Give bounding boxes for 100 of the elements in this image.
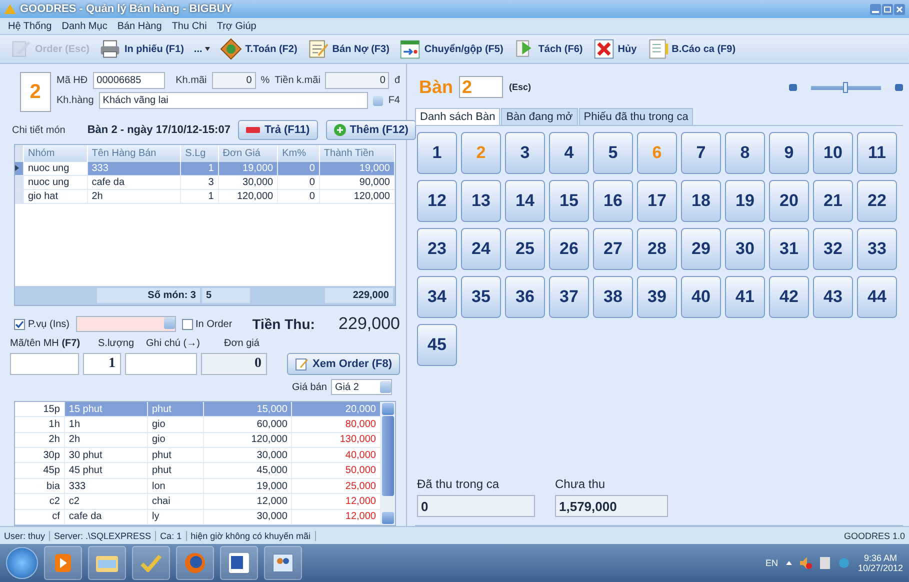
table-button[interactable]: 20: [769, 180, 809, 222]
zoom-in-icon[interactable]: [895, 84, 903, 90]
table-button[interactable]: 21: [813, 180, 853, 222]
discount-amount-field[interactable]: 0: [325, 72, 390, 89]
table-button[interactable]: 28: [637, 228, 677, 270]
table-button[interactable]: 18: [681, 180, 721, 222]
price-level-select[interactable]: Giá 2: [331, 379, 392, 395]
table-button[interactable]: 31: [769, 228, 809, 270]
menu-item[interactable]: Danh Mục: [62, 20, 108, 32]
menu-item[interactable]: Bán Hàng: [117, 20, 162, 32]
toolbar-button[interactable]: Tách (F6): [511, 38, 585, 60]
table-button[interactable]: 24: [461, 228, 501, 270]
table-button[interactable]: 7: [681, 132, 721, 174]
tray-expand-icon[interactable]: [786, 561, 792, 565]
table-button[interactable]: 35: [461, 276, 501, 318]
table-button[interactable]: 30: [725, 228, 765, 270]
table-button[interactable]: 17: [637, 180, 677, 222]
toolbar-button[interactable]: In phiếu (F1): [97, 38, 186, 60]
checkbox[interactable]: [182, 318, 192, 330]
table-button[interactable]: 27: [593, 228, 633, 270]
taskbar-button[interactable]: [88, 546, 126, 580]
customer-field[interactable]: Khách vãng lai: [98, 92, 368, 109]
menu-item[interactable]: Thu Chi: [172, 20, 207, 32]
table-button[interactable]: 26: [549, 228, 589, 270]
toolbar-button[interactable]: Hủy: [590, 38, 639, 60]
toolbar-button[interactable]: T.Toán (F2): [218, 38, 300, 60]
column-header[interactable]: Nhóm: [24, 145, 88, 162]
table-button[interactable]: 38: [593, 276, 633, 318]
table-button[interactable]: 16: [593, 180, 633, 222]
table-button[interactable]: 39: [637, 276, 677, 318]
network-icon[interactable]: [838, 557, 850, 569]
table-button[interactable]: 34: [417, 276, 457, 318]
lookup-button[interactable]: [373, 96, 384, 106]
taskbar-button[interactable]: [44, 546, 82, 580]
table-button[interactable]: 25: [505, 228, 545, 270]
tab[interactable]: Danh sách Bàn: [415, 108, 500, 125]
speaker-icon[interactable]: [800, 557, 812, 569]
scrollbar[interactable]: [381, 402, 395, 525]
invoice-field[interactable]: 00006685: [92, 72, 165, 89]
table-button[interactable]: 22: [857, 180, 897, 222]
start-button[interactable]: [6, 547, 38, 579]
menu-item[interactable]: Hệ Thống: [8, 20, 52, 32]
item-input[interactable]: [10, 353, 79, 375]
note-input[interactable]: [124, 353, 198, 375]
table-button[interactable]: 8: [725, 132, 765, 174]
column-header[interactable]: Tên Hàng Bán: [87, 145, 181, 162]
toolbar-button[interactable]: ...: [192, 44, 212, 54]
table-button[interactable]: 12: [417, 180, 457, 222]
clock-time[interactable]: 9:36 AM: [864, 553, 897, 563]
table-button[interactable]: 43: [813, 276, 853, 318]
menu-item[interactable]: Trợ Giúp: [216, 20, 256, 32]
column-header[interactable]: Đơn Giá: [218, 145, 278, 162]
table-button[interactable]: 33: [857, 228, 897, 270]
taskbar-button[interactable]: [176, 546, 214, 580]
toolbar-button[interactable]: Chuyển/gộp (F5): [397, 38, 506, 60]
clock-date[interactable]: 10/27/2012: [858, 563, 903, 573]
slider-thumb[interactable]: [843, 82, 848, 92]
checkbox[interactable]: [14, 318, 25, 330]
tab[interactable]: Bàn đang mở: [501, 108, 578, 125]
discount-field[interactable]: 0: [212, 72, 256, 89]
taskbar-button[interactable]: [264, 546, 302, 580]
column-header[interactable]: Km%: [278, 145, 320, 162]
close-icon[interactable]: [894, 4, 905, 14]
table-button[interactable]: 10: [813, 132, 853, 174]
language-indicator[interactable]: EN: [765, 558, 778, 568]
table-button[interactable]: 32: [813, 228, 853, 270]
table-button[interactable]: 23: [417, 228, 457, 270]
table-button[interactable]: 44: [857, 276, 897, 318]
minimize-icon[interactable]: [870, 4, 881, 14]
table-button[interactable]: 36: [505, 276, 545, 318]
view-order-button[interactable]: Xem Order (F8): [286, 353, 400, 375]
table-button[interactable]: 13: [461, 180, 501, 222]
table-button[interactable]: 41: [725, 276, 765, 318]
table-button[interactable]: 15: [549, 180, 589, 222]
table-button[interactable]: 19: [725, 180, 765, 222]
toolbar-button[interactable]: B.Cáo ca (F9): [644, 38, 738, 60]
table-button[interactable]: 14: [505, 180, 545, 222]
return-button[interactable]: Trả (F11): [238, 120, 318, 140]
restore-icon[interactable]: [882, 4, 893, 14]
price-input[interactable]: 0: [201, 353, 267, 375]
table-button[interactable]: 42: [769, 276, 809, 318]
table-button[interactable]: 3: [505, 132, 545, 174]
table-button[interactable]: 45: [417, 324, 457, 366]
table-button[interactable]: 37: [549, 276, 589, 318]
table-button[interactable]: 9: [769, 132, 809, 174]
taskbar-button[interactable]: [220, 546, 258, 580]
clipboard-icon[interactable]: [820, 557, 830, 569]
table-button[interactable]: 5: [593, 132, 633, 174]
table-button[interactable]: 29: [681, 228, 721, 270]
add-button[interactable]: Thêm (F12): [326, 120, 416, 140]
tab[interactable]: Phiếu đã thu trong ca: [578, 108, 694, 125]
amount-total: 229,000: [325, 288, 393, 303]
quantity-input[interactable]: 1: [83, 353, 121, 375]
column-header[interactable]: Thành Tiền: [319, 145, 394, 162]
table-button[interactable]: 11: [857, 132, 897, 174]
toolbar-button[interactable]: Bán Nợ (F3): [305, 38, 392, 60]
zoom-out-icon[interactable]: [789, 84, 797, 90]
table-button[interactable]: 40: [681, 276, 721, 318]
table-button[interactable]: 1: [417, 132, 457, 174]
table-button[interactable]: 4: [549, 132, 589, 174]
